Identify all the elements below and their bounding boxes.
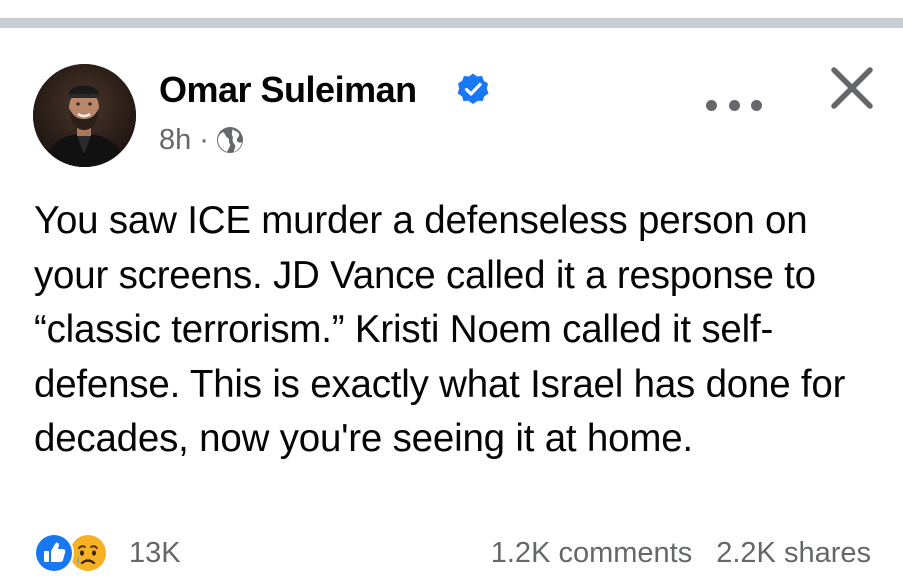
feed-divider [0,0,903,30]
globe-icon[interactable] [215,125,245,155]
post-time[interactable]: 8h [159,124,191,157]
reaction-count[interactable]: 13K [129,537,181,570]
meta-separator: · [199,123,209,156]
avatar[interactable] [33,64,136,167]
more-options-button[interactable] [706,90,762,120]
more-dot [706,99,717,111]
author-name[interactable]: Omar Suleiman [159,68,417,112]
like-icon [33,532,75,574]
more-dot [728,99,740,111]
shares-count-link[interactable]: 2.2K shares [716,537,871,570]
more-dot [751,99,762,111]
close-button[interactable] [826,62,878,114]
post-body-text: You saw ICE murder a defenseless person … [34,199,846,460]
verified-badge-icon [456,72,490,106]
close-icon [831,67,873,109]
comments-count-link[interactable]: 1.2K comments [491,537,692,570]
reactions-summary[interactable]: 13K [33,530,181,576]
engagement-stats: 1.2K comments 2.2K shares [491,530,871,576]
post-card: Omar Suleiman 8h · You saw ICE murder a … [0,28,903,575]
reaction-icons [33,530,119,576]
post-meta: 8h · [159,123,245,157]
